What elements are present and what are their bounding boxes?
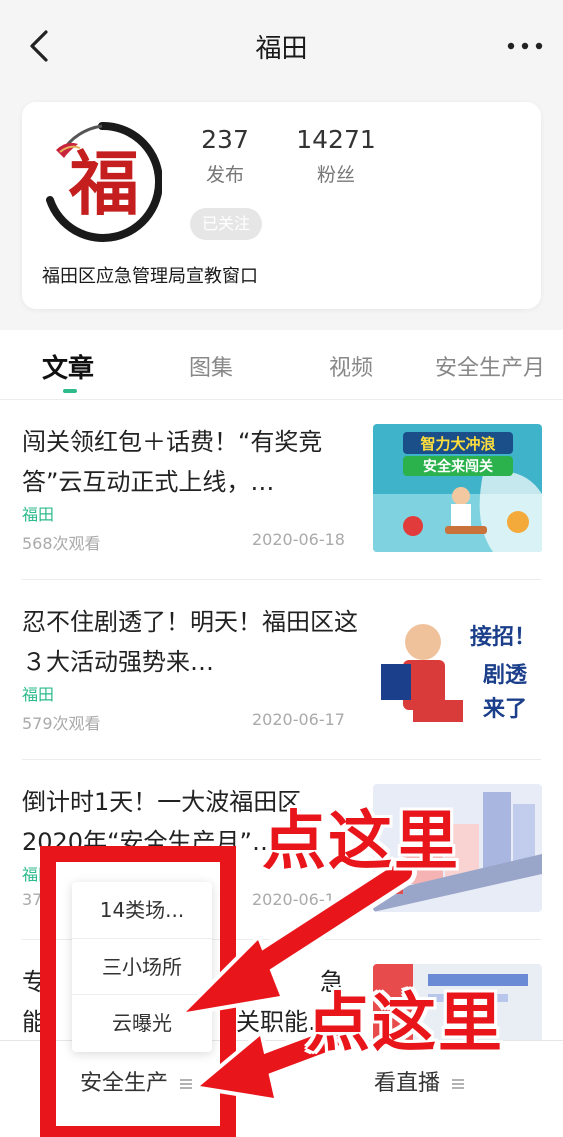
svg-text:福: 福 — [68, 142, 139, 225]
tab-videos[interactable]: 视频 — [329, 350, 373, 382]
tab-safety-month[interactable]: 安全生产月 — [435, 350, 545, 382]
tab-gallery[interactable]: 图集 — [189, 350, 233, 382]
menu-safety-production[interactable]: 安全生产 — [80, 1065, 193, 1097]
tab-articles[interactable]: 文章 — [42, 348, 94, 385]
svg-text:剧透: 剧透 — [483, 663, 528, 688]
article-views: 568次观看 — [22, 534, 101, 553]
article-source: 福田 — [22, 865, 55, 884]
article-title-fragment: 能 — [22, 1008, 46, 1036]
account-name: 福田区应急管理局宣教窗口 — [42, 266, 258, 287]
article-title: 忍不住剧透了！明天！福田区这３大活动强势来… — [22, 608, 358, 676]
article-source: 福田 — [22, 505, 55, 524]
article-title-fragment: 专 — [22, 968, 46, 996]
navigation-bar: 福田 — [0, 0, 563, 92]
stat-posts-label: 发布 — [205, 164, 244, 186]
submenu-item-cloud-exposure[interactable]: 云曝光 — [72, 994, 212, 1050]
list-item[interactable]: 闯关领红包＋话费！“有奖竞答”云互动正式上线，… 福田 568次观看 2020-… — [0, 400, 563, 580]
article-thumbnail: 接招！ 剧透 来了 — [373, 604, 542, 732]
article-title: 闯关领红包＋话费！“有奖竞答”云互动正式上线，… — [22, 428, 323, 496]
menu-lines-icon — [452, 1079, 465, 1089]
svg-text:安全来闯关: 安全来闯关 — [423, 458, 493, 475]
article-date: 2020-06-18 — [252, 530, 345, 549]
active-tab-indicator — [63, 389, 77, 393]
submenu-item-14-venues[interactable]: 14类场... — [72, 882, 212, 938]
more-button[interactable] — [505, 30, 545, 62]
menu-safety-production-label: 安全生产 — [80, 1071, 169, 1096]
svg-text:接招！: 接招！ — [470, 625, 536, 650]
article-thumbnail: 智力大冲浪 安全来闯关 — [373, 424, 542, 552]
stat-posts: 237 发布 — [175, 124, 275, 187]
article-date: 2020-06-1 — [252, 890, 335, 909]
more-dots-icon — [507, 42, 543, 50]
svg-text:智力大冲浪: 智力大冲浪 — [420, 435, 495, 453]
article-date: 2020-06-17 — [252, 710, 345, 729]
stat-posts-value: 237 — [201, 125, 249, 154]
follow-status-button[interactable]: 已关注 — [190, 208, 262, 240]
profile-card: 福 237 发布 14271 粉丝 已关注 福田区应急管理局宣教窗口 — [22, 102, 541, 309]
account-logo[interactable]: 福 — [42, 121, 163, 242]
menu-lines-icon — [180, 1079, 193, 1089]
submenu-popup: 14类场... 三小场所 云曝光 — [72, 882, 212, 1052]
annotation-label-click-here: 点这里 — [262, 805, 460, 879]
svg-text:来了: 来了 — [482, 697, 527, 722]
page-title: 福田 — [255, 34, 308, 64]
menu-live-stream[interactable]: 看直播 — [374, 1065, 465, 1097]
menu-live-stream-label: 看直播 — [374, 1071, 441, 1096]
list-item[interactable]: 忍不住剧透了！明天！福田区这３大活动强势来… 福田 579次观看 2020-06… — [0, 580, 563, 760]
content-tabs: 文章 图集 视频 安全生产月 — [0, 330, 563, 400]
submenu-item-small-venues[interactable]: 三小场所 — [72, 938, 212, 994]
stat-followers: 14271 粉丝 — [286, 124, 386, 187]
article-views: 37 — [22, 890, 43, 909]
article-views: 579次观看 — [22, 714, 101, 733]
stat-followers-value: 14271 — [296, 125, 376, 154]
article-source: 福田 — [22, 685, 55, 704]
annotation-label-click-here: 点这里 — [306, 987, 504, 1061]
stat-followers-label: 粉丝 — [316, 164, 355, 186]
fu-logo-icon: 福 — [44, 121, 163, 242]
